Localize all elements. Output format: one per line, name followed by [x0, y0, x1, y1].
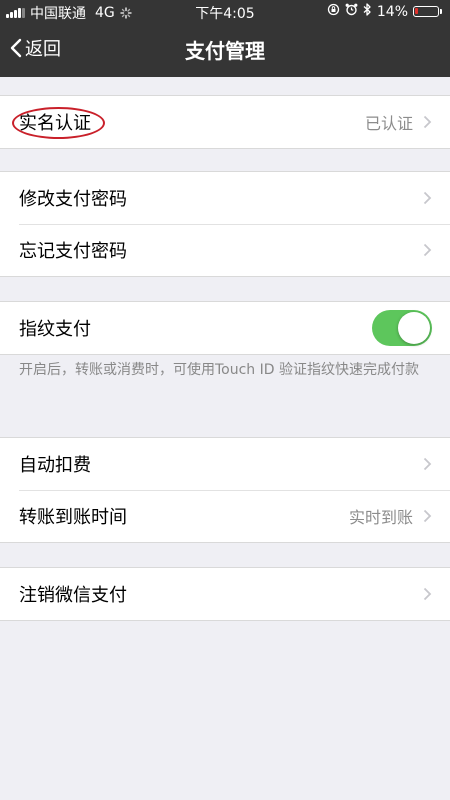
battery-percent: 14% — [376, 3, 408, 20]
change-payment-password-row[interactable]: 修改支付密码 — [0, 172, 450, 224]
cancel-group: 注销微信支付 — [0, 567, 450, 621]
deduction-group: 自动扣费 转账到账时间 实时到账 — [0, 437, 450, 543]
fingerprint-group: 指纹支付 — [0, 301, 450, 355]
transfer-arrival-time-label: 转账到账时间 — [19, 507, 127, 528]
navigation-bar: 返回 支付管理 — [0, 24, 450, 77]
chevron-right-icon — [423, 115, 432, 129]
password-group: 修改支付密码 忘记支付密码 — [0, 171, 450, 277]
identity-group: 实名认证 已认证 — [0, 95, 450, 149]
page-title: 支付管理 — [185, 39, 265, 63]
real-name-verification-label: 实名认证 — [19, 113, 91, 134]
bluetooth-icon — [363, 3, 372, 20]
verification-status: 已认证 — [364, 114, 413, 133]
transfer-arrival-time-row[interactable]: 转账到账时间 实时到账 — [0, 490, 450, 542]
status-bar: 中国联通 4G 下午4:05 14% — [0, 0, 450, 24]
chevron-right-icon — [423, 191, 432, 205]
cancel-wechat-pay-label: 注销微信支付 — [19, 585, 127, 606]
chevron-right-icon — [423, 509, 432, 523]
real-name-verification-row[interactable]: 实名认证 已认证 — [0, 96, 450, 148]
fingerprint-payment-toggle[interactable] — [372, 310, 432, 346]
battery-icon — [413, 6, 442, 17]
cancel-wechat-pay-row[interactable]: 注销微信支付 — [0, 568, 450, 620]
forgot-payment-password-row[interactable]: 忘记支付密码 — [0, 224, 450, 276]
fingerprint-hint-text: 开启后，转账或消费时，可使用Touch ID 验证指纹快速完成付款 — [19, 362, 419, 378]
transfer-arrival-time-value: 实时到账 — [348, 508, 413, 527]
auto-deduct-row[interactable]: 自动扣费 — [0, 438, 450, 490]
chevron-right-icon — [423, 243, 432, 257]
chevron-right-icon — [423, 457, 432, 471]
fingerprint-payment-row: 指纹支付 — [0, 302, 450, 354]
toggle-knob — [398, 312, 430, 344]
top-bar: 中国联通 4G 下午4:05 14% 返回 支付管理 — [0, 0, 450, 77]
change-payment-password-label: 修改支付密码 — [19, 189, 127, 210]
alarm-icon — [345, 3, 358, 20]
fingerprint-payment-label: 指纹支付 — [19, 319, 91, 340]
chevron-right-icon — [423, 587, 432, 601]
forgot-payment-password-label: 忘记支付密码 — [19, 241, 127, 262]
auto-deduct-label: 自动扣费 — [19, 455, 91, 476]
rotation-lock-icon — [327, 3, 340, 20]
